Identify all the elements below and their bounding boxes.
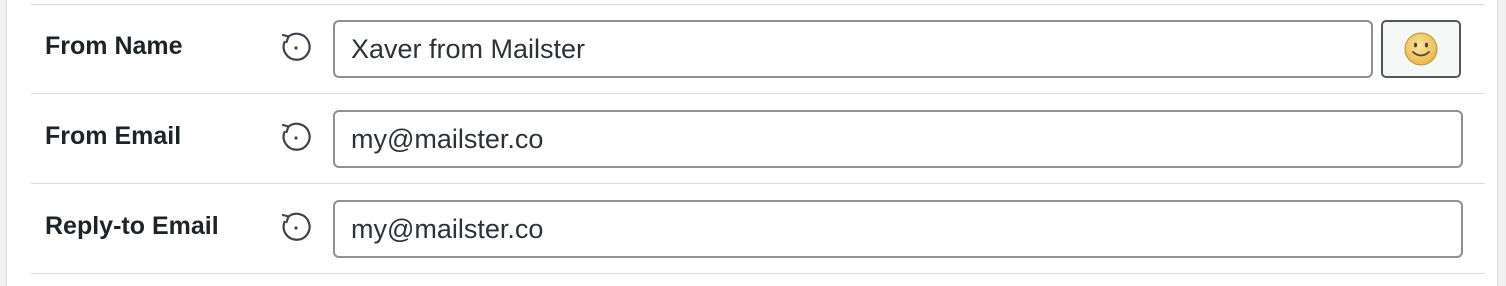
reset-icon-svg — [281, 122, 311, 151]
from-name-label: From Name — [45, 32, 183, 60]
emoji-picker-button[interactable] — [1381, 20, 1461, 78]
reset-icon[interactable] — [277, 28, 315, 66]
from-name-row: From Name Xaver from Mailster — [31, 4, 1485, 93]
reply-to-email-row: Reply-to Email my@mailster.co — [31, 183, 1485, 274]
smiley-icon — [1404, 32, 1438, 66]
reset-icon[interactable] — [277, 208, 315, 246]
sender-settings-panel: From Name Xaver from Mailster From Email… — [6, 0, 1498, 286]
from-email-row: From Email my@mailster.co — [31, 93, 1485, 182]
reply-to-email-input[interactable]: my@mailster.co — [333, 200, 1463, 258]
reset-icon-svg — [281, 32, 311, 61]
from-email-input[interactable]: my@mailster.co — [333, 110, 1463, 168]
from-email-label: From Email — [45, 122, 182, 150]
reply-to-email-label: Reply-to Email — [45, 212, 219, 240]
reset-icon[interactable] — [277, 118, 315, 156]
from-name-input[interactable]: Xaver from Mailster — [333, 20, 1373, 78]
reset-icon-svg — [281, 212, 311, 241]
